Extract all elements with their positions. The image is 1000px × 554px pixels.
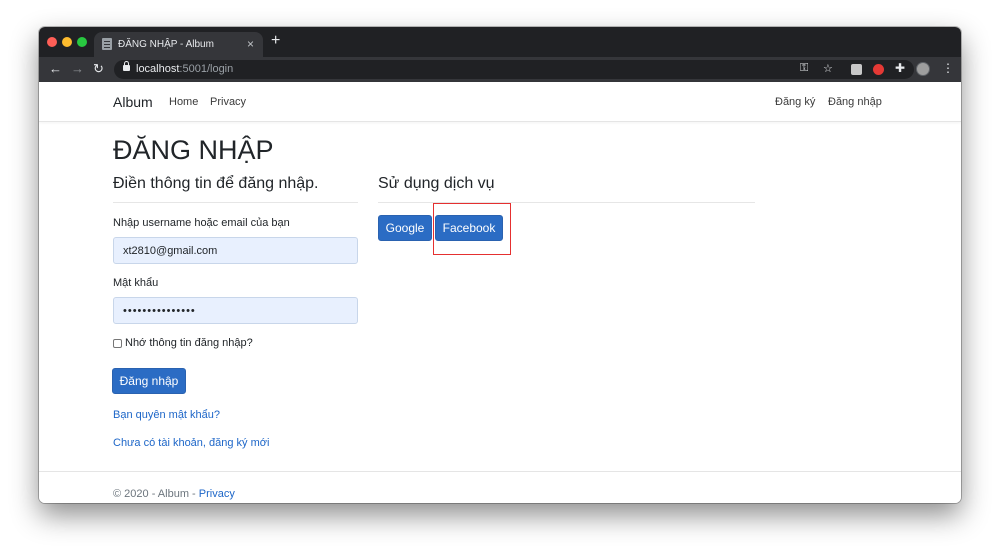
more-menu-icon[interactable]: ⋮ [942, 61, 954, 75]
tab-bar: ĐĂNG NHẬP - Album × + [39, 27, 961, 57]
new-tab-button[interactable]: + [271, 33, 280, 49]
remember-label: Nhớ thông tin đăng nhập? [125, 337, 253, 349]
tab-title: ĐĂNG NHẬP - Album [118, 39, 214, 50]
address-bar[interactable]: localhost:5001/login ⚿ ☆ [114, 60, 914, 79]
close-window-button[interactable] [47, 37, 57, 47]
nav-link-privacy[interactable]: Privacy [210, 96, 246, 108]
remember-me[interactable]: Nhớ thông tin đăng nhập? [113, 337, 253, 349]
site-navbar: Album Home Privacy Đăng ký Đăng nhập [39, 82, 961, 122]
star-icon[interactable]: ☆ [823, 62, 833, 75]
footer-text: © 2020 - Album - [113, 488, 199, 500]
password-field[interactable] [113, 297, 358, 324]
maximize-window-button[interactable] [77, 37, 87, 47]
extension-record-icon[interactable] [873, 64, 884, 75]
footer: © 2020 - Album - Privacy [113, 488, 235, 500]
page-title: ĐĂNG NHẬP [113, 135, 274, 165]
login-button[interactable]: Đăng nhập [112, 368, 186, 394]
document-icon [102, 38, 112, 50]
register-link[interactable]: Chưa có tài khoản, đăng ký mới [113, 437, 269, 449]
extension-icon[interactable] [851, 64, 862, 75]
profile-avatar[interactable] [916, 62, 930, 76]
puzzle-icon[interactable]: ✚ [895, 61, 905, 75]
reload-icon[interactable]: ↻ [93, 62, 104, 76]
footer-privacy-link[interactable]: Privacy [199, 488, 235, 500]
nav-link-home[interactable]: Home [169, 96, 198, 108]
tab-close-icon[interactable]: × [247, 37, 254, 51]
url-host: localhost [136, 63, 180, 75]
lock-icon [123, 61, 130, 71]
forward-arrow-icon[interactable]: → [71, 62, 84, 76]
url-text[interactable]: localhost:5001/login [136, 63, 233, 75]
remember-checkbox[interactable] [113, 338, 122, 348]
nav-link-register[interactable]: Đăng ký [775, 96, 815, 108]
key-icon[interactable]: ⚿ [800, 62, 808, 75]
browser-toolbar: ← → ↻ localhost:5001/login ⚿ ☆ ✚ ⋮ [39, 57, 961, 82]
email-label: Nhập username hoặc email của bạn [113, 217, 290, 229]
footer-divider [39, 471, 961, 472]
form-heading: Điền thông tin để đăng nhập. [113, 175, 319, 192]
browser-window: ĐĂNG NHẬP - Album × + ← → ↻ localhost:50… [39, 27, 961, 503]
nav-link-login[interactable]: Đăng nhập [828, 96, 882, 108]
browser-tab[interactable]: ĐĂNG NHẬP - Album × [94, 32, 263, 57]
password-label: Mật khẩu [113, 277, 159, 289]
url-path: :5001/login [179, 63, 234, 75]
minimize-window-button[interactable] [62, 37, 72, 47]
highlight-box [433, 203, 511, 255]
services-heading: Sử dụng dịch vụ [378, 175, 495, 192]
page-content: Album Home Privacy Đăng ký Đăng nhập ĐĂN… [39, 82, 961, 503]
back-arrow-icon[interactable]: ← [49, 62, 62, 76]
email-field[interactable] [113, 237, 358, 264]
brand-link[interactable]: Album [113, 94, 153, 110]
divider [113, 202, 358, 203]
forgot-password-link[interactable]: Bạn quyên mật khẩu? [113, 409, 220, 421]
google-login-button[interactable]: Google [378, 215, 432, 241]
